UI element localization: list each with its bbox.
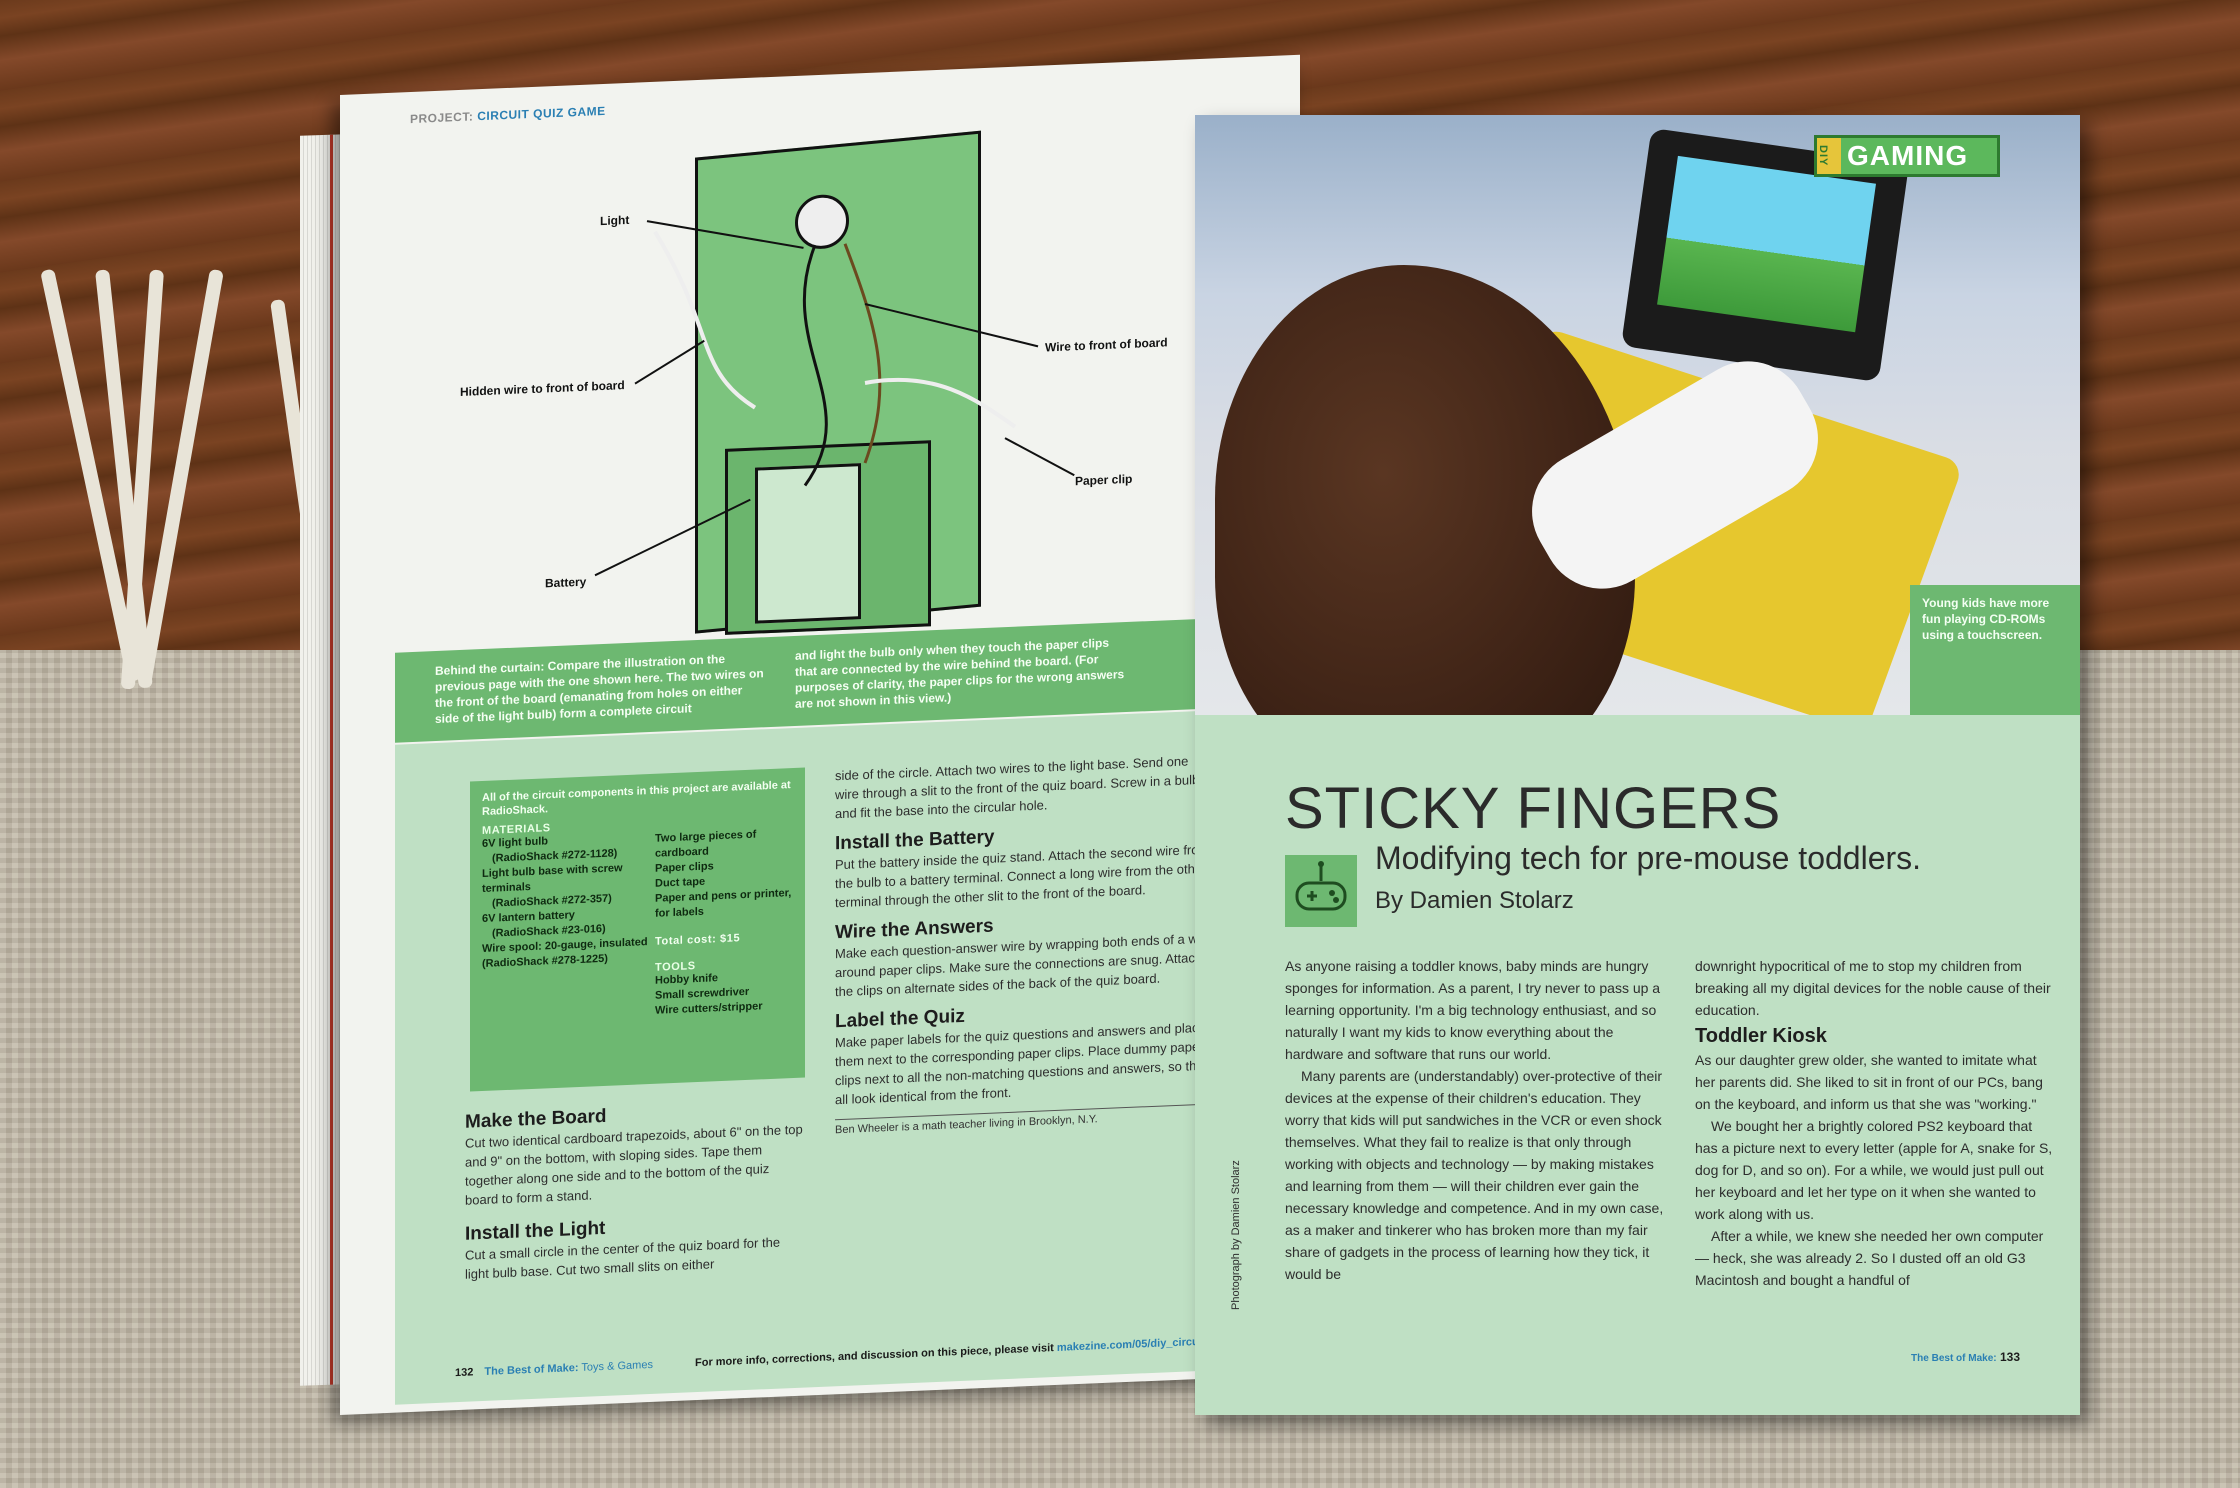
article-byline: By Damien Stolarz: [1375, 887, 1574, 914]
gamepad-icon: [1285, 855, 1357, 927]
materials-intro: All of the circuit components in this pr…: [482, 779, 791, 819]
article-col-1: As anyone raising a toddler knows, baby …: [1285, 955, 1665, 1285]
materials-col-2: Two large pieces of cardboard Paper clip…: [655, 826, 795, 1019]
circuit-illustration: Light Hidden wire to front of board Wire…: [395, 86, 1275, 643]
paragraph: Many parents are (understandably) over-p…: [1285, 1068, 1664, 1282]
callout-light: Light: [600, 212, 630, 229]
page-number-left: 132: [455, 1366, 474, 1380]
author-note: Ben Wheeler is a math teacher living in …: [835, 1103, 1215, 1137]
instructions-area: All of the circuit components in this pr…: [395, 707, 1275, 1405]
magazine-spread: PROJECT: CIRCUIT QUIZ GAME Light Hidden …: [300, 54, 2120, 1416]
callout-battery: Battery: [545, 574, 587, 591]
wire-drawing: [653, 230, 1017, 487]
book-name-right: The Best of Make:: [1911, 1353, 1997, 1364]
paragraph: As anyone raising a toddler knows, baby …: [1285, 958, 1661, 1062]
right-footer: The Best of Make: 133: [1911, 1350, 2020, 1364]
page-number-right: 133: [1999, 1350, 2020, 1364]
callout-paper-clip: Paper clip: [1075, 471, 1133, 489]
badge-label: GAMING: [1847, 140, 1969, 171]
article-title: STICKY FINGERS: [1285, 776, 1782, 841]
section-name: Toys & Games: [581, 1358, 653, 1374]
text-label-quiz: Make paper labels for the quiz questions…: [835, 1019, 1211, 1108]
heading-toddler-kiosk: Toddler Kiosk: [1695, 1025, 1827, 1047]
col-left-text: Make the Board Cut two identical cardboa…: [465, 1098, 805, 1284]
left-page: PROJECT: CIRCUIT QUIZ GAME Light Hidden …: [340, 54, 1300, 1416]
tools-list: Hobby knife Small screwdriver Wire cutte…: [655, 968, 795, 1019]
page-edges: [300, 134, 345, 1386]
caption-left: Behind the curtain: Compare the illustra…: [435, 651, 764, 727]
article-col-2: downright hypocritical of me to stop my …: [1695, 955, 2055, 1291]
right-page: DIY GAMING Young kids have more fun playi…: [1195, 115, 2080, 1415]
total-cost: Total cost: $15: [655, 932, 741, 948]
paragraph: As our daughter grew older, she wanted t…: [1695, 1052, 2043, 1112]
left-footer: 132 The Best of Make: Toys & Games: [455, 1359, 653, 1379]
monitor-screen: [1657, 155, 1876, 333]
more-info-text: For more info, corrections, and discussi…: [695, 1342, 1054, 1370]
more-info-line: For more info, corrections, and discussi…: [695, 1335, 1234, 1370]
badge-diy: DIY: [1817, 138, 1841, 174]
book-name-left: The Best of Make:: [484, 1362, 579, 1378]
article-subtitle: Modifying tech for pre-mouse toddlers.: [1375, 840, 1922, 876]
photo-caption: Young kids have more fun playing CD-ROMs…: [1910, 585, 2080, 715]
materials-box: All of the circuit components in this pr…: [470, 767, 805, 1092]
gaming-badge: DIY GAMING: [1814, 135, 2000, 177]
col-right-text: side of the circle. Attach two wires to …: [835, 750, 1215, 1137]
material-item: Paper and pens or printer, for labels: [655, 887, 792, 920]
photo-toddler-touchscreen: DIY GAMING Young kids have more fun playi…: [1195, 115, 2080, 715]
text-col2-lead: side of the circle. Attach two wires to …: [835, 753, 1200, 822]
materials-col-1: MATERIALS 6V light bulb (RadioShack #272…: [482, 818, 652, 972]
photo-credit: Photograph by Damien Stolarz: [1230, 1160, 1242, 1310]
materials-list-1: 6V light bulb (RadioShack #272-1128) Lig…: [482, 830, 652, 972]
material-item: Wire spool: 20-gauge, insulated (RadioSh…: [482, 936, 648, 971]
caption-right: and light the bulb only when they touch …: [795, 635, 1125, 711]
text-make-board: Cut two identical cardboard trapezoids, …: [465, 1121, 803, 1208]
paragraph: downright hypocritical of me to stop my …: [1695, 958, 2051, 1018]
paragraph: After a while, we knew she needed her ow…: [1695, 1228, 2044, 1288]
paragraph: We bought her a brightly colored PS2 key…: [1695, 1118, 2053, 1222]
materials-list-2: Two large pieces of cardboard Paper clip…: [655, 826, 795, 922]
